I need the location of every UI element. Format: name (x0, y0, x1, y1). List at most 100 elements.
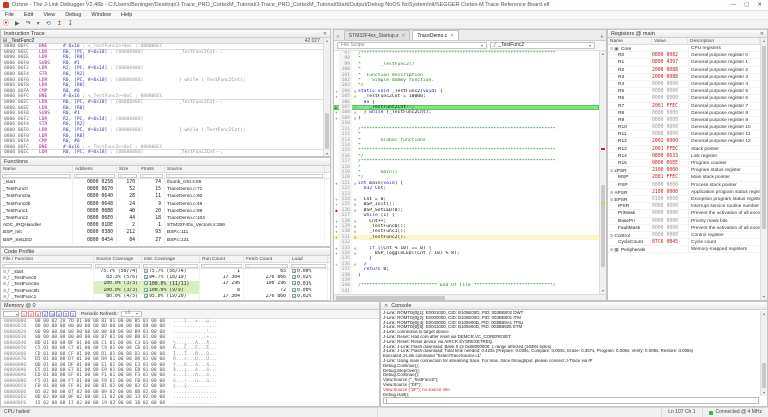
memory-toolbar-button[interactable]: 1 (21, 311, 27, 317)
filter-input[interactable]: = (118, 174, 137, 178)
function-row[interactable]: _TestFunc10800 06B84020TraceDemo.c:89 (1, 208, 330, 215)
filter-input[interactable]: = (2, 264, 92, 268)
column-header-value[interactable]: Value (652, 38, 688, 44)
checkbox[interactable]: ✓ (144, 275, 148, 279)
column-header-size[interactable]: Size (117, 166, 139, 172)
register-row[interactable]: R00800 0082General purpose register 0 (608, 52, 760, 59)
step-out-button[interactable]: ↥ (57, 20, 62, 28)
checkbox[interactable]: ✓ (292, 294, 296, 298)
function-row[interactable]: _TestFunc0b0800 0648249TraceDemo.c:49 (1, 201, 330, 208)
filter-input[interactable]: = (2, 174, 71, 178)
step-dropdown[interactable]: ▾ (37, 20, 40, 28)
register-row[interactable]: ⊞xPSR2100 0000Program status register (608, 167, 760, 174)
register-row[interactable]: R90000 0000General purpose register 9 (608, 117, 760, 124)
register-row[interactable]: ⊞Control0000 0000Control register (608, 232, 760, 239)
register-row[interactable]: R80000 0000General purpose register 8 (608, 110, 760, 117)
register-row[interactable]: R32000 0088General purpose register 3 (608, 74, 760, 81)
column-header-run-count[interactable]: Run Count (200, 256, 244, 262)
register-row[interactable]: R22000 0088General purpose register 2 (608, 67, 760, 74)
function-row[interactable]: ADC_IRQHandler0800 01DE21STM32F40x_Vecto… (1, 222, 330, 229)
menu-item-window[interactable]: Window (86, 12, 116, 18)
editor-vertical-scrollbar[interactable]: ▴ ▾ (599, 51, 606, 294)
run-button[interactable]: ▶ (15, 20, 20, 28)
reset-button[interactable]: ⟲ (46, 20, 51, 28)
function-row[interactable]: _start0800 025817074thumb_crt0.s:65 (1, 179, 330, 186)
trace-row[interactable]: 0800 06ECLDRR0, [PC, #+0x18] ; [08000488… (1, 150, 330, 156)
minimize-button[interactable]: — (731, 2, 737, 8)
checkbox[interactable]: ✓ (292, 269, 296, 273)
register-row[interactable]: R72001 FFECGeneral purpose register 7 (608, 103, 760, 110)
console-scrollbar[interactable]: ▴ ▾ (760, 311, 767, 396)
tab-stm32f4xx-startup-s[interactable]: STM32F4xx_Startup.s✕ (344, 30, 411, 40)
register-row[interactable]: ⊞EPSR0100 0000Exception program status r… (608, 196, 760, 203)
checkbox[interactable]: ✓ (144, 269, 148, 273)
memory-toolbar-button[interactable]: 8 (42, 311, 48, 317)
function-row[interactable]: BSP_Init0800 038021293BSP.c:111 (1, 229, 330, 236)
function-row[interactable]: _TestFunc0a0800 06402811TraceDemo.c:60 (1, 193, 330, 200)
tab-tracedemo-c[interactable]: TraceDemo.c✕ (412, 30, 459, 40)
filter-input[interactable]: = (166, 174, 323, 178)
register-row[interactable]: R110000 0000General purpose register 11 (608, 131, 760, 138)
close-icon[interactable]: ✕ (384, 302, 388, 310)
register-row[interactable]: R132001 FFECStack pointer (608, 146, 760, 153)
function-select[interactable]: ƒ _TestFunc2 ▾ (490, 42, 595, 49)
menu-item-help[interactable]: Help (116, 12, 137, 18)
memory-toolbar-button[interactable]: ↥ (63, 311, 69, 317)
column-header-description[interactable]: Description (688, 38, 760, 44)
column-header-name[interactable]: Name (1, 166, 73, 172)
checkbox[interactable]: ✓ (144, 288, 148, 292)
register-row[interactable]: ⊟▣ CoreCPU registers (608, 45, 760, 52)
column-header-source[interactable]: Source (165, 166, 325, 172)
console-input[interactable]: | (383, 397, 759, 404)
checkbox[interactable]: ✓ (144, 281, 148, 285)
file-scope-select[interactable]: File Scope▾ (337, 42, 487, 49)
column-header-name[interactable]: Name (608, 38, 652, 44)
memory-toolbar-button[interactable]: 16 (49, 311, 55, 317)
checkbox[interactable]: ✓ (292, 288, 296, 292)
register-row[interactable]: IPSR0000 0000Interrupt service routine n… (608, 203, 760, 210)
filter-input[interactable]: = (140, 174, 163, 178)
column-header-load[interactable]: Load (290, 256, 328, 262)
close-button[interactable]: ✕ (757, 2, 762, 8)
function-row[interactable]: BSP_SetLED0800 04548427BSP.c:131 (1, 237, 330, 244)
memory-toolbar-button[interactable]: 4 (35, 311, 41, 317)
filter-input[interactable]: = (291, 264, 326, 268)
menu-item-file[interactable]: File (0, 12, 19, 18)
column-header--insts[interactable]: #Insts (139, 166, 165, 172)
close-icon[interactable]: ✕ (334, 34, 342, 40)
checkbox[interactable]: ✓ (292, 281, 296, 285)
menu-item-debug[interactable]: Debug (60, 12, 86, 18)
register-row[interactable]: R10800 4397General purpose register 1 (608, 59, 760, 66)
register-row[interactable]: BasePri0000 0000Priority mask bits (608, 218, 760, 225)
register-row[interactable]: ⊞APSR2100 0000Application program status… (608, 189, 760, 196)
close-icon[interactable]: ✕ (450, 33, 454, 38)
memory-toolbar-button[interactable]: ↧ (70, 311, 76, 317)
editor-horizontal-scrollbar[interactable] (334, 294, 606, 300)
register-row[interactable]: R50000 0000General purpose register 5 (608, 88, 760, 95)
filter-input[interactable]: = (201, 264, 242, 268)
filter-input[interactable]: = (245, 264, 288, 268)
checkbox[interactable]: ✓ (292, 275, 296, 279)
column-header-fetch-count[interactable]: Fetch Count (244, 256, 290, 262)
register-row[interactable]: FaultMask0000 0000Prevent the activation… (608, 225, 760, 232)
trace-scrollbar[interactable]: ▴▾ (323, 38, 330, 157)
register-row[interactable]: R140800 0633Link register (608, 153, 760, 160)
register-row[interactable]: PSP0000 0000Process stack pointer (608, 182, 760, 189)
memory-row[interactable]: 000000F015 02 00 08 17 02 00 08 19 02 00… (1, 401, 379, 406)
checkbox[interactable]: ✓ (144, 294, 148, 298)
register-row[interactable]: R60000 0000General purpose register 6 (608, 95, 760, 102)
register-row[interactable]: ⊞▦ PeripheralsMemory-mapped registers (608, 246, 760, 253)
maximize-button[interactable]: ▢ (744, 2, 749, 8)
step-into-button[interactable]: ↧ (68, 20, 73, 28)
menu-item-edit[interactable]: Edit (19, 12, 38, 18)
column-header-address[interactable]: Address (73, 166, 117, 172)
close-icon[interactable]: ✕ (760, 30, 764, 38)
power-button[interactable]: ⦿ (3, 20, 9, 28)
memory-toolbar-button[interactable]: A (56, 311, 62, 317)
filter-input[interactable]: = (95, 264, 140, 268)
register-row[interactable]: CycleCount87C6 0B45Cycle count (608, 239, 760, 246)
register-row[interactable]: R100000 0000General purpose register 10 (608, 124, 760, 131)
step-over-button[interactable]: ↷ (26, 20, 31, 28)
registers-scrollbar[interactable]: ▴ ▾ (760, 38, 767, 300)
periodic-refresh-select[interactable]: off▾ (121, 311, 142, 317)
